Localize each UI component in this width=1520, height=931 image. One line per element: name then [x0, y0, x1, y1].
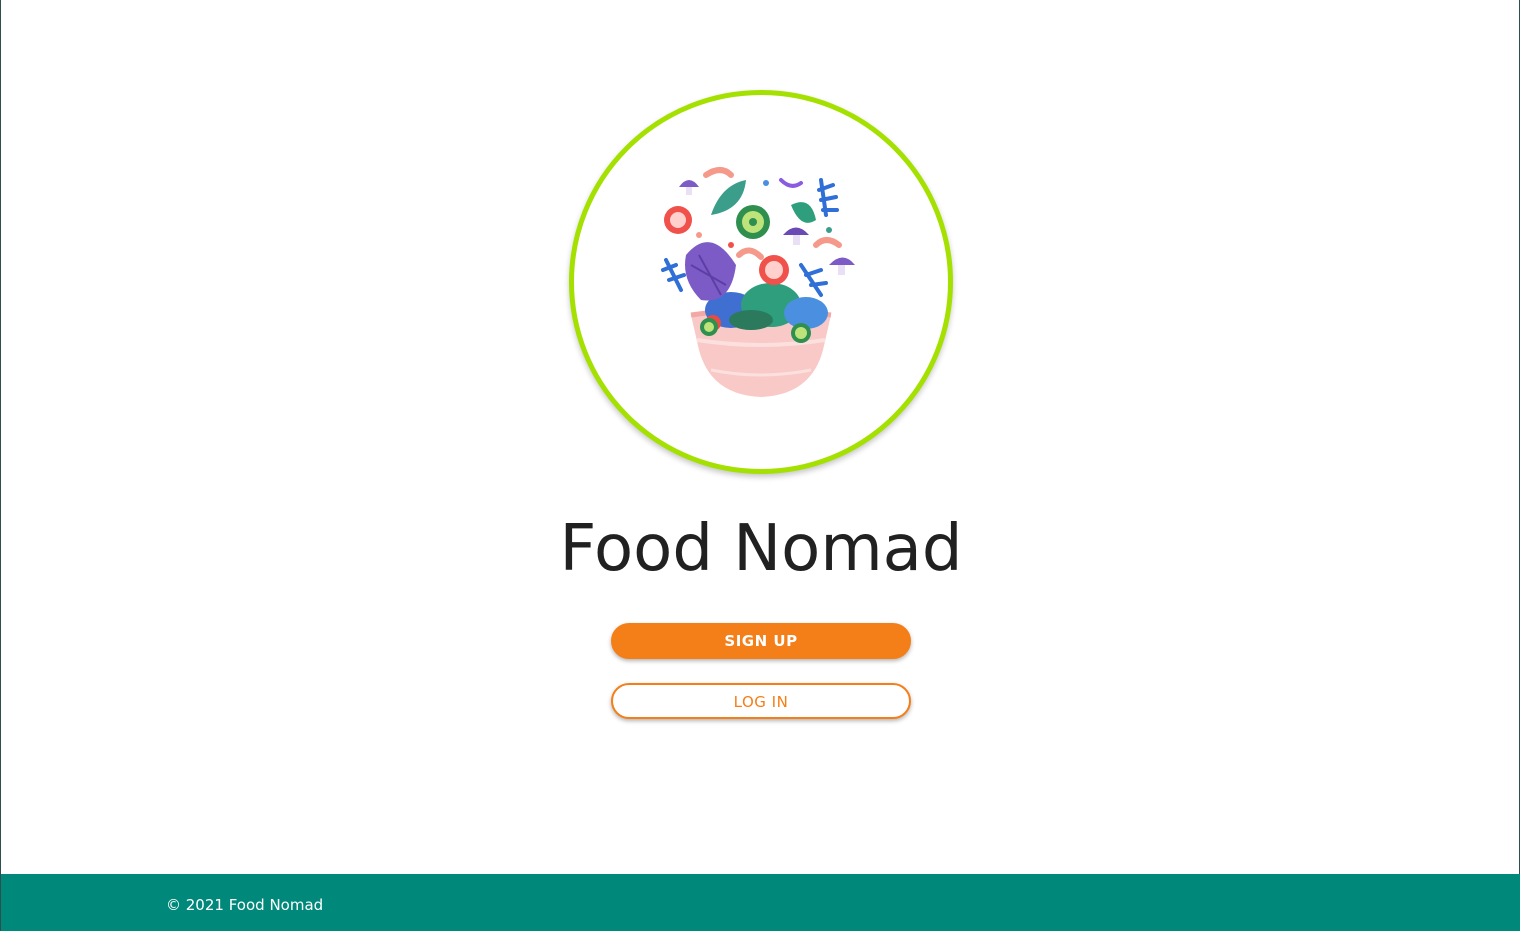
- app-title: Food Nomad: [559, 512, 963, 586]
- sign-up-button[interactable]: SIGN UP: [611, 623, 911, 659]
- salad-bowl-icon: [661, 167, 855, 397]
- footer-copyright: © 2021 Food Nomad: [166, 896, 324, 914]
- footer: © 2021 Food Nomad: [1, 874, 1520, 931]
- landing-page: Food Nomad SIGN UP LOG IN © 2021 Food No…: [0, 0, 1520, 931]
- log-in-button[interactable]: LOG IN: [611, 683, 911, 719]
